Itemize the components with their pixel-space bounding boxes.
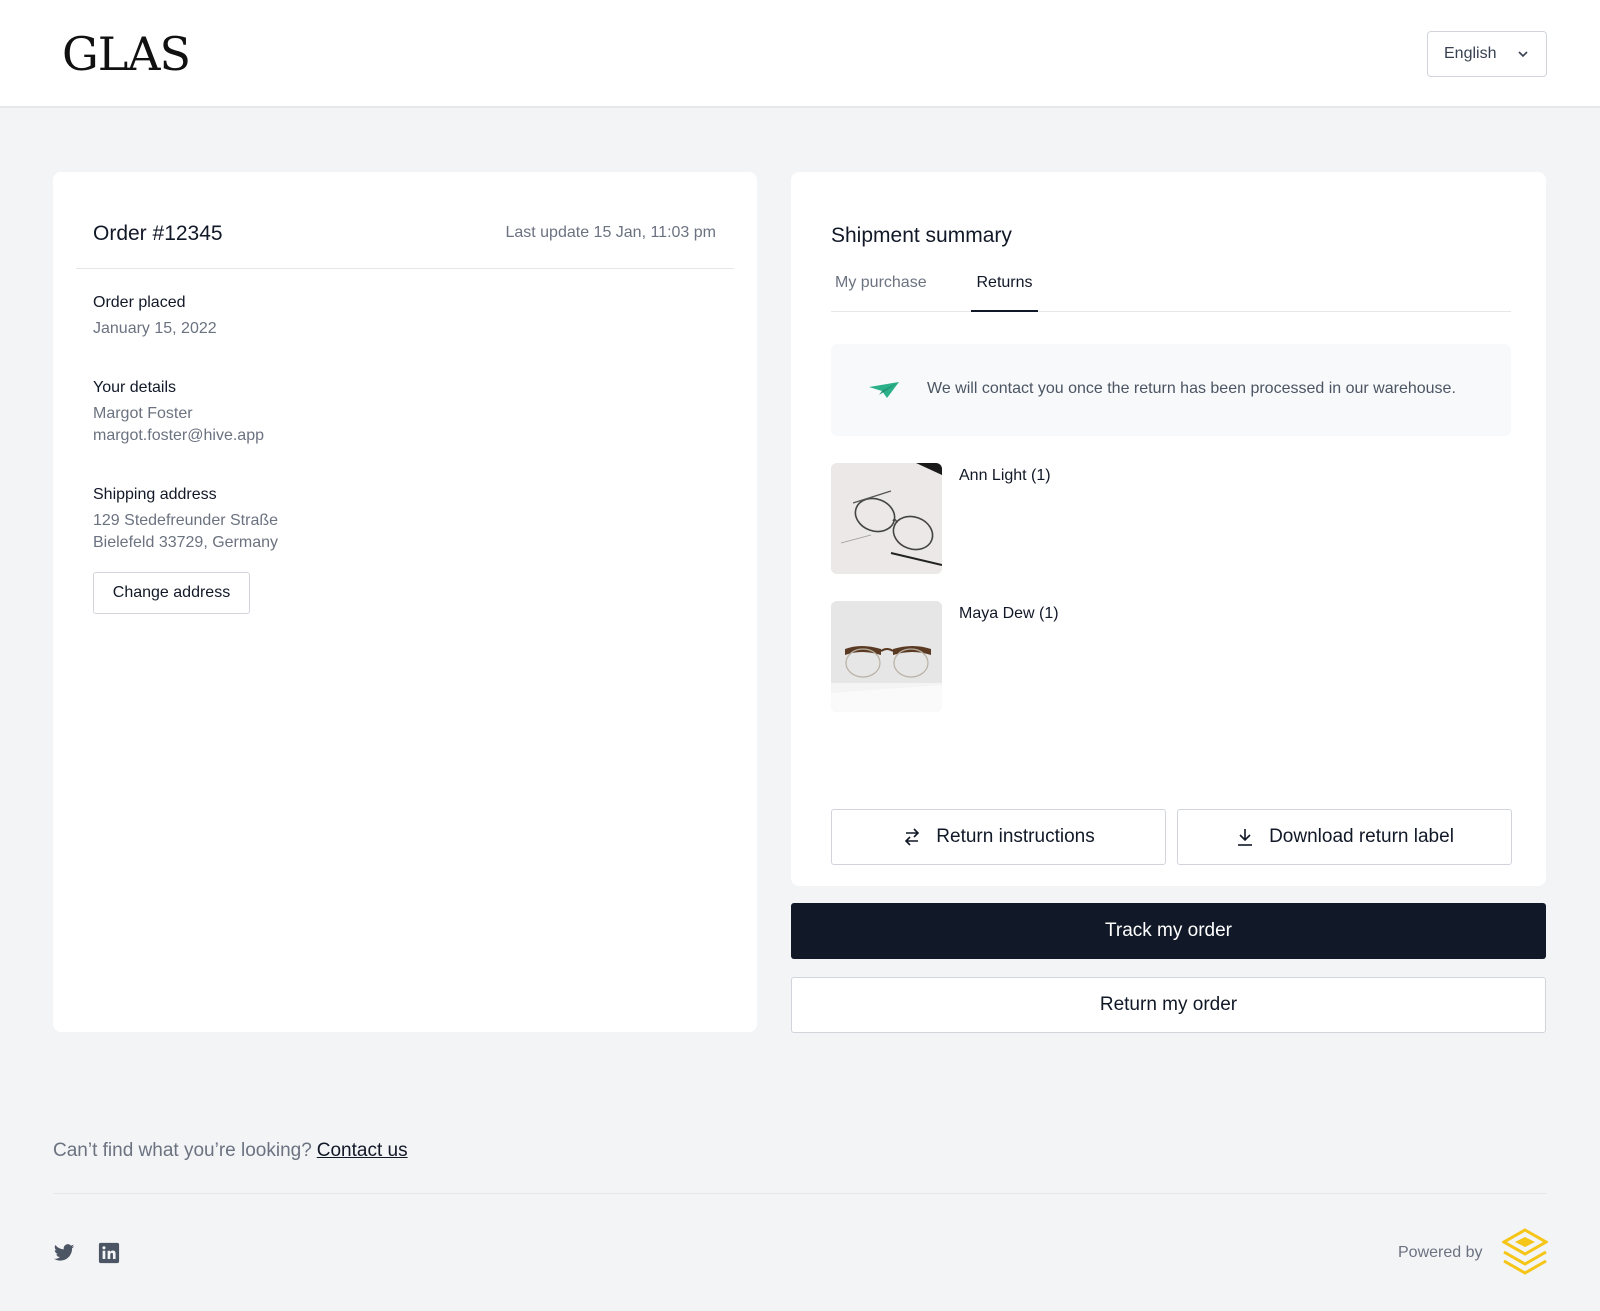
order-details-card: Order #12345 Last update 15 Jan, 11:03 p… [53, 172, 757, 1032]
shipment-tabs: My purchase Returns [831, 272, 1511, 312]
download-icon [1238, 829, 1253, 846]
order-title: Order #12345 [93, 222, 223, 245]
shipping-address-label: Shipping address [93, 486, 217, 503]
track-order-button[interactable]: Track my order [791, 903, 1546, 959]
product-name: Ann Light (1) [959, 467, 1051, 484]
your-details-label: Your details [93, 379, 177, 396]
address-line-1: 129 Stedefreunder Straße [93, 512, 279, 529]
footer-divider [53, 1193, 1547, 1194]
chevron-down-icon [1518, 51, 1528, 58]
last-update: Last update 15 Jan, 11:03 pm [505, 224, 716, 241]
order-placed-label: Order placed [93, 294, 186, 311]
hive-logo-icon[interactable] [1502, 1228, 1548, 1278]
tab-returns[interactable]: Returns [971, 272, 1038, 312]
return-notice: We will contact you once the return has … [831, 344, 1511, 436]
address-line-2: Bielefeld 33729, Germany [93, 534, 278, 551]
language-select[interactable]: English [1427, 31, 1547, 77]
product-name: Maya Dew (1) [959, 605, 1059, 622]
powered-by-text: Powered by [1398, 1244, 1483, 1261]
linkedin-icon[interactable] [98, 1242, 120, 1264]
product-image [831, 601, 942, 712]
shipment-summary-card: Shipment summary My purchase Returns We … [791, 172, 1546, 886]
customer-email: margot.foster@hive.app [93, 427, 264, 444]
help-text: Can’t find what you’re looking? Contact u… [53, 1140, 408, 1162]
contact-us-link[interactable]: Contact us [317, 1140, 408, 1161]
product-item: Maya Dew (1) [831, 601, 1471, 713]
paper-plane-icon [869, 382, 899, 398]
notice-text: We will contact you once the return has … [927, 380, 1456, 397]
return-order-button[interactable]: Return my order [791, 977, 1546, 1033]
divider [76, 268, 734, 269]
top-bar: GLAS English [0, 0, 1600, 108]
help-question: Can’t find what you’re looking? [53, 1140, 312, 1161]
customer-name: Margot Foster [93, 405, 193, 422]
swap-arrows-icon [905, 828, 920, 846]
download-return-label-label: Download return label [1269, 826, 1454, 847]
twitter-icon[interactable] [53, 1242, 75, 1264]
tab-my-purchase[interactable]: My purchase [835, 272, 927, 312]
product-image [831, 463, 942, 574]
shipment-summary-title: Shipment summary [831, 224, 1012, 247]
return-instructions-button[interactable]: Return instructions [831, 809, 1166, 865]
change-address-button[interactable]: Change address [93, 572, 250, 614]
brand-logo[interactable]: GLAS [62, 30, 191, 78]
return-instructions-label: Return instructions [936, 826, 1095, 847]
language-label: English [1444, 45, 1497, 62]
download-return-label-button[interactable]: Download return label [1177, 809, 1512, 865]
product-item: Ann Light (1) [831, 463, 1471, 575]
order-placed-date: January 15, 2022 [93, 320, 217, 337]
